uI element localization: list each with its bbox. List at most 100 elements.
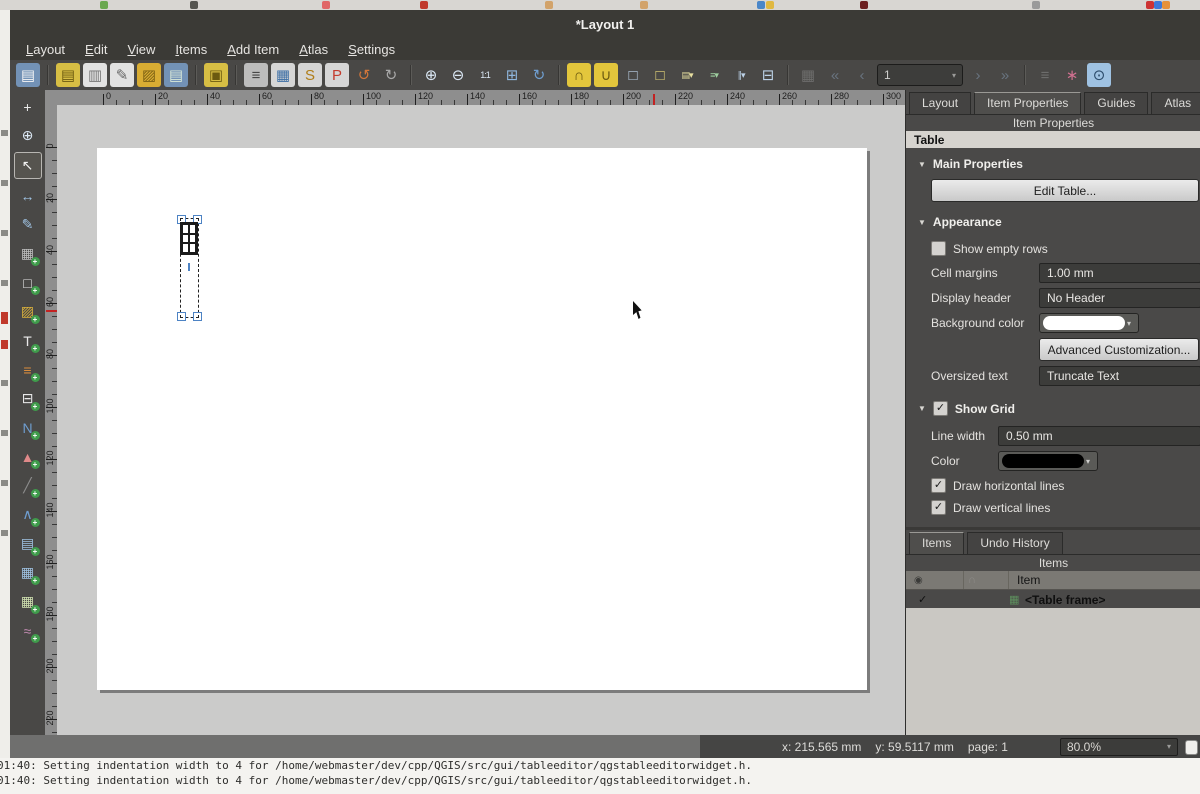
layout-canvas[interactable] [57, 105, 905, 735]
atlas-settings-icon[interactable]: ▦ [796, 63, 820, 87]
selection-mid-handle[interactable] [188, 263, 190, 271]
atlas-previous-feature-icon[interactable]: ‹ [850, 63, 874, 87]
atlas-next-feature-icon[interactable]: › [966, 63, 990, 87]
show-grid-checkbox[interactable] [932, 401, 948, 416]
add-shape-icon[interactable]: ▲ [15, 444, 41, 469]
menu-items[interactable]: Items [165, 40, 217, 59]
add-arrow-icon[interactable]: ╱ [15, 473, 41, 498]
cell-margins-label: Cell margins [931, 266, 998, 280]
group-items-icon[interactable]: □ [621, 63, 645, 87]
menu-layout[interactable]: Layout [16, 40, 75, 59]
add-html-icon[interactable]: ▤ [15, 531, 41, 556]
draw-horizontal-lines-checkbox[interactable] [931, 478, 946, 493]
show-empty-rows-checkbox[interactable] [931, 241, 946, 256]
ruler-label: 40 [45, 245, 55, 256]
visibility-checkbox[interactable]: ✓ [906, 593, 963, 606]
add-elevation-profile-icon[interactable]: ≈ [15, 618, 41, 643]
layout-manager-icon[interactable]: ✎ [110, 63, 134, 87]
distribute-items-icon[interactable]: ∥▾ [729, 63, 753, 87]
print-atlas-icon[interactable]: ≡ [1033, 63, 1057, 87]
menu-view[interactable]: View [117, 40, 165, 59]
zoom-actual-icon[interactable]: 1:1 [473, 63, 497, 87]
undo-icon[interactable]: ↺ [352, 63, 376, 87]
save-project-icon[interactable]: ▤ [16, 63, 40, 87]
advanced-customization-button[interactable]: Advanced Customization... [1039, 338, 1199, 361]
atlas-first-feature-icon[interactable]: « [823, 63, 847, 87]
add-north-arrow-icon[interactable]: N [15, 415, 41, 440]
redo-icon[interactable]: ↻ [379, 63, 403, 87]
titlebar[interactable]: *Layout 1 [10, 10, 1200, 38]
add-scalebar-icon[interactable]: ⊟ [15, 386, 41, 411]
resize-items-icon[interactable]: ⊟ [756, 63, 780, 87]
lock-selected-items-icon[interactable]: ∩ [567, 63, 591, 87]
zoom-in-icon[interactable]: ⊕ [419, 63, 443, 87]
background-color-button[interactable]: ▾ [1039, 313, 1139, 333]
table-row[interactable]: ✓ ▦ <Table frame> [906, 590, 1200, 610]
oversized-text-combobox[interactable]: Truncate Text [1039, 366, 1200, 386]
display-header-combobox[interactable]: No Header [1039, 288, 1200, 308]
export-svg-icon[interactable]: S [298, 63, 322, 87]
zoom-tool-icon[interactable]: ⊕ [15, 123, 41, 148]
resize-handle[interactable] [193, 312, 202, 321]
ungroup-items-icon[interactable]: □ [648, 63, 672, 87]
export-pdf-icon[interactable]: P [325, 63, 349, 87]
add-node-item-icon[interactable]: ∧ [15, 502, 41, 527]
raise-items-icon[interactable]: ▤▾ [675, 63, 699, 87]
zoom-full-icon[interactable]: ⊞ [500, 63, 524, 87]
add-legend-icon[interactable]: ≡ [15, 357, 41, 382]
tab-layout[interactable]: Layout [909, 92, 972, 114]
ruler-label: 300 [886, 91, 902, 101]
add-picture-icon[interactable]: ▨ [15, 299, 41, 324]
new-layout-icon[interactable]: ▤ [56, 63, 80, 87]
menu-settings[interactable]: Settings [338, 40, 405, 59]
appearance-section[interactable]: ▼ Appearance [906, 205, 1200, 234]
main-properties-section[interactable]: ▼ Main Properties [906, 147, 1200, 176]
add-fixed-table-icon[interactable]: ▦ [15, 589, 41, 614]
zoom-level-combobox[interactable]: 80.0% ▾ [1060, 737, 1178, 756]
layout-page[interactable] [97, 148, 867, 690]
add-label-icon[interactable]: T [15, 328, 41, 353]
eye-icon: ◉ [914, 574, 923, 586]
add-attribute-table-icon[interactable]: ▦ [15, 560, 41, 585]
print-layout-icon[interactable]: ≡ [244, 63, 268, 87]
resize-handle[interactable] [177, 312, 186, 321]
grid-color-button[interactable]: ▾ [998, 451, 1098, 471]
open-layout-icon[interactable]: ▨ [137, 63, 161, 87]
panel-title: Item Properties [1012, 116, 1095, 130]
refresh-view-icon[interactable]: ↻ [527, 63, 551, 87]
draw-vertical-lines-checkbox[interactable] [931, 500, 946, 515]
export-atlas-icon[interactable]: ∗ [1060, 63, 1084, 87]
menu-add-item[interactable]: Add Item [217, 40, 289, 59]
zoom-slider-handle[interactable] [1185, 740, 1198, 755]
edit-nodes-item-icon[interactable]: ✎ [15, 212, 41, 237]
show-grid-section[interactable]: ▼ Show Grid [906, 391, 1200, 421]
edit-table-button[interactable]: Edit Table... [931, 179, 1199, 202]
menu-atlas[interactable]: Atlas [289, 40, 338, 59]
tab-item-properties[interactable]: Item Properties [974, 92, 1082, 114]
add-page-icon[interactable]: □ [15, 270, 41, 295]
add-items-from-template-icon[interactable]: ▣ [204, 63, 228, 87]
export-image-icon[interactable]: ▦ [271, 63, 295, 87]
page-indicator: page: 1 [967, 739, 1008, 754]
pan-tool-icon[interactable]: + [15, 94, 41, 119]
tab-undo-history[interactable]: Undo History [967, 532, 1063, 554]
line-width-spinbox[interactable]: 0.50 mm [998, 426, 1200, 446]
preview-atlas-icon[interactable]: ⊙ [1087, 63, 1111, 87]
menu-edit[interactable]: Edit [75, 40, 117, 59]
tab-atlas[interactable]: Atlas [1151, 92, 1200, 114]
save-as-template-icon[interactable]: ▤ [164, 63, 188, 87]
tab-items[interactable]: Items [909, 532, 965, 554]
align-items-icon[interactable]: ≡▾ [702, 63, 726, 87]
items-rows: ✓ ▦ <Table frame> [906, 590, 1200, 610]
tab-guides[interactable]: Guides [1084, 92, 1149, 114]
select-move-item-icon[interactable]: ↖ [13, 152, 42, 179]
duplicate-layout-icon[interactable]: ▥ [83, 63, 107, 87]
items-list-area[interactable] [906, 608, 1200, 735]
atlas-page-combo[interactable]: 1 ▾ [877, 64, 963, 86]
add-map-icon[interactable]: ▦ [15, 241, 41, 266]
atlas-last-feature-icon[interactable]: » [993, 63, 1017, 87]
zoom-out-icon[interactable]: ⊖ [446, 63, 470, 87]
unlock-all-items-icon[interactable]: ∪ [594, 63, 618, 87]
move-item-content-icon[interactable]: ↔ [15, 183, 41, 208]
cell-margins-spinbox[interactable]: 1.00 mm [1039, 263, 1200, 283]
